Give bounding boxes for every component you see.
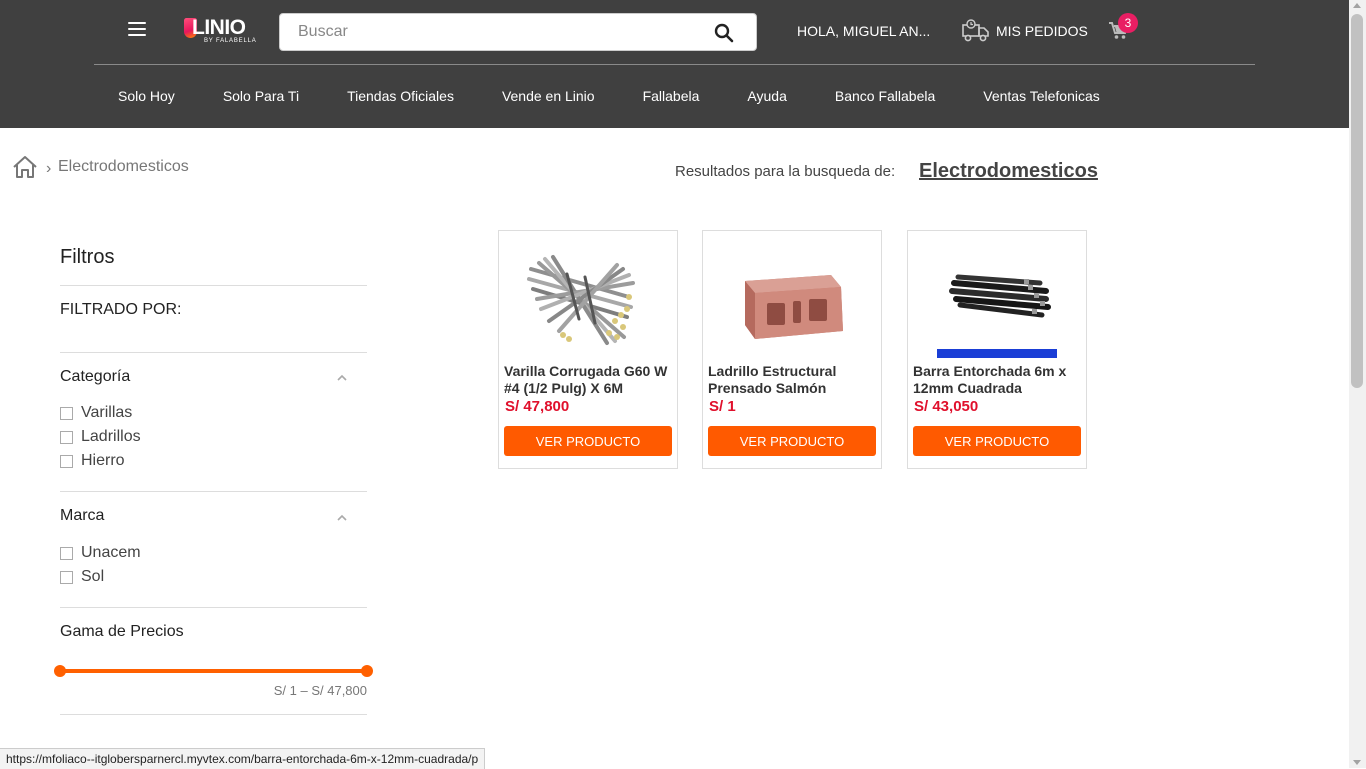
checkbox[interactable] <box>60 406 73 420</box>
filter-option-label: Varillas <box>81 404 133 421</box>
logo-text: LINIO <box>192 16 246 39</box>
product-price: S/ 1 <box>709 398 736 415</box>
view-product-button[interactable]: VER PRODUCTO <box>504 426 672 456</box>
filtered-by-label: FILTRADO POR: <box>60 301 182 318</box>
user-greeting[interactable]: HOLA, MIGUEL AN... <box>797 23 930 39</box>
rebar-bundle-image <box>527 255 635 345</box>
site-header: LINIO BY FALABELLA HOLA, MIGUEL AN... MI… <box>0 0 1349 128</box>
scroll-up-arrow[interactable] <box>1353 3 1361 8</box>
search-icon[interactable] <box>714 23 734 43</box>
breadcrumb-current[interactable]: Electrodomesticos <box>58 158 189 176</box>
product-price: S/ 47,800 <box>505 398 570 415</box>
nav-item-fallabela[interactable]: Fallabela <box>643 88 700 104</box>
nav-item-banco-fallabela[interactable]: Banco Fallabela <box>835 88 935 104</box>
product-title[interactable]: Ladrillo Estructural Prensado Salmón <box>708 363 878 397</box>
cart-count-badge: 3 <box>1118 13 1138 33</box>
filter-option-varillas[interactable]: Varillas <box>60 404 132 422</box>
filter-option-label: Sol <box>81 568 105 585</box>
brand-filter-title[interactable]: Marca <box>60 507 104 525</box>
nav-item-vende-en-linio[interactable]: Vende en Linio <box>502 88 595 104</box>
logo-subtext: BY FALABELLA <box>204 38 257 44</box>
filter-option-label: Ladrillos <box>81 428 141 445</box>
product-card[interactable]: Varilla Corrugada G60 W #4 (1/2 Pulg) X … <box>498 230 678 469</box>
search-box <box>279 13 757 51</box>
checkbox[interactable] <box>60 546 73 560</box>
filter-option-label: Unacem <box>81 544 141 561</box>
filter-option-hierro[interactable]: Hierro <box>60 452 125 470</box>
price-filter-title: Gama de Precios <box>60 623 184 640</box>
nav-item-solo-para-ti[interactable]: Solo Para Ti <box>223 88 299 104</box>
nav-item-tiendas-oficiales[interactable]: Tiendas Oficiales <box>347 88 454 104</box>
header-divider <box>94 64 1255 65</box>
link-preview-status-bar: https://mfoliaco--itglobersparnercl.myvt… <box>0 748 486 769</box>
home-icon[interactable] <box>12 155 38 179</box>
price-range-min-handle[interactable] <box>54 665 66 677</box>
filters-divider <box>60 352 367 353</box>
brick-image <box>745 275 843 339</box>
nav-item-ayuda[interactable]: Ayuda <box>747 88 786 104</box>
page-scrollbar[interactable] <box>1349 0 1366 768</box>
menu-icon[interactable] <box>128 22 146 38</box>
chevron-up-icon[interactable] <box>337 373 347 383</box>
my-orders-link[interactable]: MIS PEDIDOS <box>961 17 1088 45</box>
nav-item-solo-hoy[interactable]: Solo Hoy <box>118 88 175 104</box>
filter-option-label: Hierro <box>81 452 125 469</box>
category-filter-title[interactable]: Categoría <box>60 368 130 386</box>
nav-item-ventas-telefonicas[interactable]: Ventas Telefonicas <box>983 88 1100 104</box>
filters-divider <box>60 491 367 492</box>
results-label: Resultados para la busqueda de: <box>675 163 896 180</box>
view-product-button[interactable]: VER PRODUCTO <box>708 426 876 456</box>
filters-title: Filtros <box>60 246 115 268</box>
my-orders-label: MIS PEDIDOS <box>996 23 1088 39</box>
results-search-term[interactable]: Electrodomesticos <box>919 160 1098 183</box>
product-price: S/ 43,050 <box>914 398 979 415</box>
delivery-truck-icon <box>962 19 989 42</box>
product-title[interactable]: Barra Entorchada 6m x 12mm Cuadrada <box>913 363 1083 397</box>
search-input[interactable] <box>280 14 698 50</box>
product-card[interactable]: Ladrillo Estructural Prensado Salmón S/ … <box>702 230 882 469</box>
price-range-text: S/ 1 – S/ 47,800 <box>273 683 367 698</box>
product-title[interactable]: Varilla Corrugada G60 W #4 (1/2 Pulg) X … <box>504 363 674 397</box>
twisted-bar-image <box>937 274 1057 358</box>
price-range-max-handle[interactable] <box>361 665 373 677</box>
filter-option-ladrillos[interactable]: Ladrillos <box>60 428 141 446</box>
filters-divider <box>60 714 367 715</box>
filters-divider <box>60 607 367 608</box>
filter-option-sol[interactable]: Sol <box>60 568 104 586</box>
scroll-thumb[interactable] <box>1351 14 1363 388</box>
filters-divider <box>60 285 367 286</box>
filter-option-unacem[interactable]: Unacem <box>60 544 141 562</box>
scroll-down-arrow[interactable] <box>1353 760 1361 765</box>
view-product-button[interactable]: VER PRODUCTO <box>913 426 1081 456</box>
breadcrumb-separator: › <box>46 160 52 177</box>
checkbox[interactable] <box>60 570 73 584</box>
price-range-track[interactable] <box>60 669 367 673</box>
product-card[interactable]: Barra Entorchada 6m x 12mm Cuadrada S/ 4… <box>907 230 1087 469</box>
checkbox[interactable] <box>60 454 73 468</box>
main-nav: Solo Hoy Solo Para Ti Tiendas Oficiales … <box>118 88 1148 104</box>
checkbox[interactable] <box>60 430 73 444</box>
linio-logo[interactable]: LINIO BY FALABELLA <box>182 14 257 48</box>
chevron-up-icon[interactable] <box>337 513 347 523</box>
